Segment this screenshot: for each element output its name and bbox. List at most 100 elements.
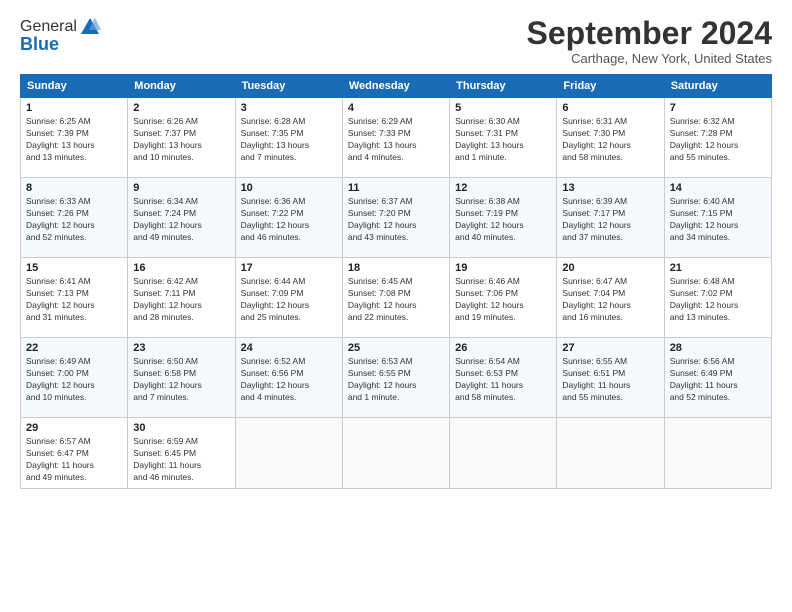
month-title: September 2024 (527, 16, 772, 51)
day-info: Sunrise: 6:26 AMSunset: 7:37 PMDaylight:… (133, 116, 229, 164)
table-row: 25 Sunrise: 6:53 AMSunset: 6:55 PMDayligh… (342, 338, 449, 418)
day-number: 26 (455, 342, 551, 354)
day-number: 9 (133, 182, 229, 194)
table-row: 9 Sunrise: 6:34 AMSunset: 7:24 PMDaylight… (128, 178, 235, 258)
table-row (557, 418, 664, 489)
title-area: September 2024 Carthage, New York, Unite… (527, 16, 772, 66)
location: Carthage, New York, United States (527, 51, 772, 66)
day-info: Sunrise: 6:53 AMSunset: 6:55 PMDaylight:… (348, 356, 444, 404)
day-info: Sunrise: 6:28 AMSunset: 7:35 PMDaylight:… (241, 116, 337, 164)
table-row: 21 Sunrise: 6:48 AMSunset: 7:02 PMDayligh… (664, 258, 771, 338)
table-row: 5 Sunrise: 6:30 AMSunset: 7:31 PMDaylight… (450, 98, 557, 178)
weekday-wednesday: Wednesday (342, 75, 449, 98)
day-number: 24 (241, 342, 337, 354)
table-row: 11 Sunrise: 6:37 AMSunset: 7:20 PMDayligh… (342, 178, 449, 258)
day-info: Sunrise: 6:54 AMSunset: 6:53 PMDaylight:… (455, 356, 551, 404)
table-row: 13 Sunrise: 6:39 AMSunset: 7:17 PMDayligh… (557, 178, 664, 258)
day-info: Sunrise: 6:33 AMSunset: 7:26 PMDaylight:… (26, 196, 122, 244)
day-info: Sunrise: 6:52 AMSunset: 6:56 PMDaylight:… (241, 356, 337, 404)
table-row: 20Sunrise: 6:47 AMSunset: 7:04 PMDayligh… (557, 258, 664, 338)
day-info: Sunrise: 6:32 AMSunset: 7:28 PMDaylight:… (670, 116, 766, 164)
table-row: 6 Sunrise: 6:31 AMSunset: 7:30 PMDaylight… (557, 98, 664, 178)
day-number: 14 (670, 182, 766, 194)
table-row: 29 Sunrise: 6:57 AMSunset: 6:47 PMDayligh… (21, 418, 128, 489)
day-info: Sunrise: 6:46 AMSunset: 7:06 PMDaylight:… (455, 276, 551, 324)
day-number: 12 (455, 182, 551, 194)
day-info: Sunrise: 6:30 AMSunset: 7:31 PMDaylight:… (455, 116, 551, 164)
day-info: Sunrise: 6:49 AMSunset: 7:00 PMDaylight:… (26, 356, 122, 404)
day-number: 8 (26, 182, 122, 194)
day-number: 18 (348, 262, 444, 274)
logo-icon (79, 16, 101, 38)
day-number: 13 (562, 182, 658, 194)
day-info: Sunrise: 6:36 AMSunset: 7:22 PMDaylight:… (241, 196, 337, 244)
table-row (664, 418, 771, 489)
table-row: 8 Sunrise: 6:33 AMSunset: 7:26 PMDaylight… (21, 178, 128, 258)
day-info: Sunrise: 6:48 AMSunset: 7:02 PMDaylight:… (670, 276, 766, 324)
day-info: Sunrise: 6:29 AMSunset: 7:33 PMDaylight:… (348, 116, 444, 164)
table-row: 22 Sunrise: 6:49 AMSunset: 7:00 PMDayligh… (21, 338, 128, 418)
day-info: Sunrise: 6:40 AMSunset: 7:15 PMDaylight:… (670, 196, 766, 244)
table-row (342, 418, 449, 489)
day-info: Sunrise: 6:56 AMSunset: 6:49 PMDaylight:… (670, 356, 766, 404)
day-number: 17 (241, 262, 337, 274)
logo: General Blue (20, 16, 101, 55)
day-info: Sunrise: 6:55 AMSunset: 6:51 PMDaylight:… (562, 356, 658, 404)
table-row (450, 418, 557, 489)
table-row: 4 Sunrise: 6:29 AMSunset: 7:33 PMDaylight… (342, 98, 449, 178)
table-row: 24 Sunrise: 6:52 AMSunset: 6:56 PMDayligh… (235, 338, 342, 418)
calendar-body: 1Sunrise: 6:25 AMSunset: 7:39 PMDaylight… (21, 98, 772, 489)
day-info: Sunrise: 6:37 AMSunset: 7:20 PMDaylight:… (348, 196, 444, 244)
day-number: 1 (26, 102, 122, 114)
weekday-sunday: Sunday (21, 75, 128, 98)
day-info: Sunrise: 6:34 AMSunset: 7:24 PMDaylight:… (133, 196, 229, 244)
day-info: Sunrise: 6:47 AMSunset: 7:04 PMDaylight:… (562, 276, 658, 324)
day-number: 11 (348, 182, 444, 194)
day-info: Sunrise: 6:50 AMSunset: 6:58 PMDaylight:… (133, 356, 229, 404)
day-number: 10 (241, 182, 337, 194)
table-row: 3 Sunrise: 6:28 AMSunset: 7:35 PMDaylight… (235, 98, 342, 178)
table-row: 7Sunrise: 6:32 AMSunset: 7:28 PMDaylight… (664, 98, 771, 178)
day-number: 19 (455, 262, 551, 274)
table-row: 1Sunrise: 6:25 AMSunset: 7:39 PMDaylight… (21, 98, 128, 178)
day-info: Sunrise: 6:57 AMSunset: 6:47 PMDaylight:… (26, 436, 122, 484)
table-row: 26 Sunrise: 6:54 AMSunset: 6:53 PMDayligh… (450, 338, 557, 418)
day-number: 6 (562, 102, 658, 114)
weekday-tuesday: Tuesday (235, 75, 342, 98)
day-number: 2 (133, 102, 229, 114)
day-number: 25 (348, 342, 444, 354)
day-number: 15 (26, 262, 122, 274)
day-number: 22 (26, 342, 122, 354)
table-row: 30 Sunrise: 6:59 AMSunset: 6:45 PMDayligh… (128, 418, 235, 489)
table-row: 10 Sunrise: 6:36 AMSunset: 7:22 PMDayligh… (235, 178, 342, 258)
day-number: 30 (133, 422, 229, 434)
weekday-friday: Friday (557, 75, 664, 98)
table-row: 19 Sunrise: 6:46 AMSunset: 7:06 PMDayligh… (450, 258, 557, 338)
day-info: Sunrise: 6:45 AMSunset: 7:08 PMDaylight:… (348, 276, 444, 324)
table-row: 2 Sunrise: 6:26 AMSunset: 7:37 PMDaylight… (128, 98, 235, 178)
day-number: 16 (133, 262, 229, 274)
table-row: 17Sunrise: 6:44 AMSunset: 7:09 PMDayligh… (235, 258, 342, 338)
day-number: 4 (348, 102, 444, 114)
header: General Blue September 2024 Carthage, Ne… (20, 16, 772, 66)
weekday-monday: Monday (128, 75, 235, 98)
day-info: Sunrise: 6:41 AMSunset: 7:13 PMDaylight:… (26, 276, 122, 324)
day-number: 29 (26, 422, 122, 434)
weekday-row: Sunday Monday Tuesday Wednesday Thursday… (21, 75, 772, 98)
day-info: Sunrise: 6:39 AMSunset: 7:17 PMDaylight:… (562, 196, 658, 244)
table-row (235, 418, 342, 489)
table-row: 15 Sunrise: 6:41 AMSunset: 7:13 PMDayligh… (21, 258, 128, 338)
day-number: 5 (455, 102, 551, 114)
table-row: 16 Sunrise: 6:42 AMSunset: 7:11 PMDayligh… (128, 258, 235, 338)
table-row: 28 Sunrise: 6:56 AMSunset: 6:49 PMDayligh… (664, 338, 771, 418)
day-info: Sunrise: 6:31 AMSunset: 7:30 PMDaylight:… (562, 116, 658, 164)
day-number: 23 (133, 342, 229, 354)
calendar-header: Sunday Monday Tuesday Wednesday Thursday… (21, 75, 772, 98)
day-info: Sunrise: 6:42 AMSunset: 7:11 PMDaylight:… (133, 276, 229, 324)
day-number: 3 (241, 102, 337, 114)
calendar: Sunday Monday Tuesday Wednesday Thursday… (20, 74, 772, 489)
day-number: 21 (670, 262, 766, 274)
day-number: 28 (670, 342, 766, 354)
day-info: Sunrise: 6:59 AMSunset: 6:45 PMDaylight:… (133, 436, 229, 484)
weekday-saturday: Saturday (664, 75, 771, 98)
